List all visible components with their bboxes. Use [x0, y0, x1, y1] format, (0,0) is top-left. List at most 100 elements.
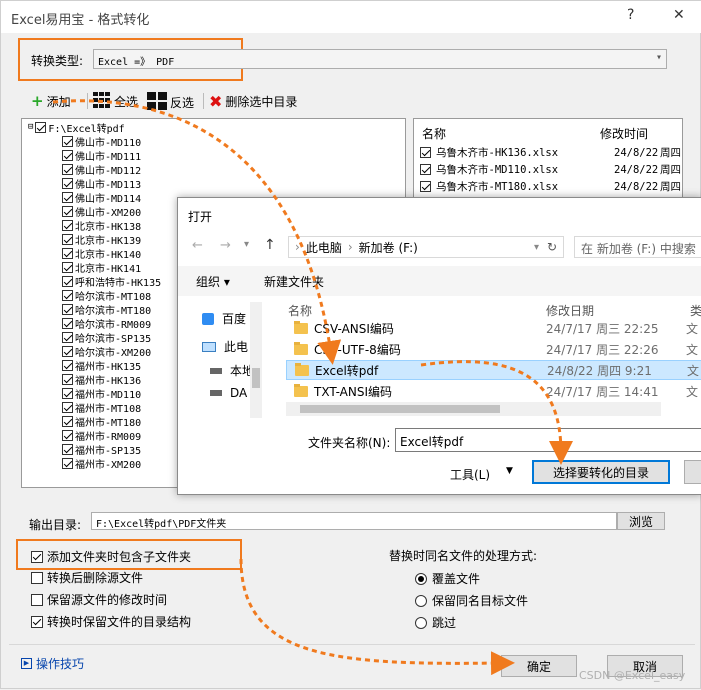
tree-item[interactable]: 福州市-MT108 [62, 400, 141, 415]
close-button[interactable]: ✕ [673, 7, 685, 23]
include-subfolders-checkbox[interactable] [31, 550, 43, 563]
tree-item[interactable]: 佛山市-XM200 [62, 204, 141, 219]
tree-item[interactable]: 福州市-HK136 [62, 372, 141, 387]
tree-item[interactable]: 北京市-HK138 [62, 218, 141, 233]
file-row-checkbox[interactable] [420, 181, 431, 192]
convert-type-select[interactable]: Excel =》 PDF ▾ [93, 49, 667, 69]
tree-item-checkbox[interactable] [62, 331, 73, 343]
tree-item-checkbox[interactable] [62, 205, 73, 217]
tree-item[interactable]: 福州市-MD110 [62, 386, 141, 401]
dialog-col-type[interactable]: 类 [690, 302, 701, 319]
tools-chevron-icon[interactable]: ▼ [506, 466, 513, 476]
keep-target-option[interactable]: 保留同名目标文件 [415, 592, 528, 609]
nav-item-data-disk[interactable]: DA [210, 386, 247, 400]
folder-name-input[interactable]: Excel转pdf [395, 428, 701, 452]
tree-item-checkbox[interactable] [62, 429, 73, 441]
keep-time-checkbox[interactable] [31, 593, 43, 606]
refresh-icon[interactable]: ↻ [547, 240, 557, 254]
back-arrow-icon[interactable]: ← [192, 238, 203, 253]
tree-item-checkbox[interactable] [62, 457, 73, 469]
organize-button[interactable]: 组织 ▾ [196, 273, 230, 290]
recent-chevron-icon[interactable]: ▾ [244, 239, 249, 250]
help-button[interactable]: ? [627, 7, 634, 23]
tree-item-checkbox[interactable] [62, 275, 73, 287]
skip-option[interactable]: 跳过 [415, 614, 456, 631]
dialog-file-row[interactable]: TXT-ANSI编码 24/7/17 周三 14:41 文 [286, 381, 701, 401]
keep-structure-checkbox[interactable] [31, 615, 43, 628]
tree-item-checkbox[interactable] [62, 443, 73, 455]
tree-item[interactable]: 北京市-HK139 [62, 232, 141, 247]
tree-item-checkbox[interactable] [62, 233, 73, 245]
dialog-file-row[interactable]: Excel转pdf 24/8/22 周四 9:21 文 [286, 360, 701, 380]
tree-item[interactable]: 呼和浩特市-HK135 [62, 274, 161, 289]
dialog-file-row[interactable]: CSV-ANSI编码 24/7/17 周三 22:25 文 [286, 318, 701, 338]
tree-item-checkbox[interactable] [62, 289, 73, 301]
tree-item-checkbox[interactable] [62, 345, 73, 357]
tree-item-checkbox[interactable] [62, 247, 73, 259]
overwrite-radio[interactable] [415, 572, 427, 585]
nav-item-local-disk[interactable]: 本地 [210, 362, 254, 379]
tree-item-checkbox[interactable] [62, 387, 73, 399]
tree-item-checkbox[interactable] [62, 303, 73, 315]
up-arrow-icon[interactable]: ↑ [264, 237, 276, 253]
breadcrumb-volume[interactable]: 新加卷 (F:) [359, 239, 418, 256]
tree-item[interactable]: 福州市-XM200 [62, 456, 141, 471]
dialog-file-row[interactable]: CSV-UTF-8编码 24/7/17 周三 22:26 文 [286, 339, 701, 359]
keep-time-option[interactable]: 保留源文件的修改时间 [31, 591, 167, 608]
tools-button[interactable]: 工具(L) [450, 466, 490, 483]
tree-item-checkbox[interactable] [62, 359, 73, 371]
tree-item[interactable]: 佛山市-MD114 [62, 190, 141, 205]
file-row-checkbox[interactable] [420, 164, 431, 175]
file-list[interactable]: 名称 修改时间 乌鲁木齐市-HK136.xlsx 24/8/22 周四 乌鲁木齐市-M… [413, 118, 683, 208]
tree-item[interactable]: 佛山市-MD113 [62, 176, 141, 191]
nav-item-baidu[interactable]: 百度 [202, 310, 246, 327]
file-row[interactable]: 乌鲁木齐市-HK136.xlsx 24/8/22 周四 [420, 145, 681, 160]
tree-item[interactable]: 哈尔滨市-RM009 [62, 316, 151, 331]
keep-target-radio[interactable] [415, 594, 427, 607]
tree-item-checkbox[interactable] [62, 191, 73, 203]
select-all-button[interactable]: 全选 [93, 92, 138, 111]
new-folder-button[interactable]: 新建文件夹 [264, 273, 324, 290]
file-row[interactable]: 乌鲁木齐市-MD110.xlsx 24/8/22 周四 [420, 162, 681, 177]
nav-item-this-pc[interactable]: 此电 [202, 338, 248, 355]
tree-item-checkbox[interactable] [62, 317, 73, 329]
tree-item[interactable]: 哈尔滨市-SP135 [62, 330, 151, 345]
tree-item-checkbox[interactable] [62, 415, 73, 427]
tree-root-checkbox[interactable] [35, 121, 47, 133]
tree-item-checkbox[interactable] [62, 261, 73, 273]
file-row-checkbox[interactable] [420, 147, 431, 158]
tree-item[interactable]: 北京市-HK141 [62, 260, 141, 275]
browse-button[interactable]: 浏览 [617, 512, 665, 530]
delete-button[interactable]: ✖ 删除选中目录 [209, 92, 297, 111]
tree-item[interactable]: 哈尔滨市-XM200 [62, 344, 151, 359]
tree-item-checkbox[interactable] [62, 163, 73, 175]
file-row[interactable]: 乌鲁木齐市-MT180.xlsx 24/8/22 周四 [420, 179, 681, 194]
tree-item[interactable]: 佛山市-MD110 [62, 134, 141, 149]
forward-arrow-icon[interactable]: → [220, 238, 231, 253]
dialog-col-name[interactable]: 名称 [288, 302, 312, 319]
delete-source-checkbox[interactable] [31, 571, 43, 584]
nav-scrollbar[interactable] [250, 302, 262, 418]
dialog-col-date[interactable]: 修改日期 [546, 302, 594, 319]
tree-item[interactable]: 北京市-HK140 [62, 246, 141, 261]
include-subfolders-option[interactable]: 添加文件夹时包含子文件夹 [31, 548, 191, 565]
skip-radio[interactable] [415, 616, 427, 629]
tree-item-checkbox[interactable] [62, 149, 73, 161]
invert-button[interactable]: 反选 [147, 92, 194, 113]
keep-structure-option[interactable]: 转换时保留文件的目录结构 [31, 613, 191, 630]
delete-source-option[interactable]: 转换后删除源文件 [31, 569, 143, 586]
dialog-hscrollbar[interactable] [286, 402, 661, 416]
tree-item[interactable]: 福州市-SP135 [62, 442, 141, 457]
tree-item[interactable]: 哈尔滨市-MT180 [62, 302, 151, 317]
address-bar[interactable]: › 此电脑 › 新加卷 (F:) ▾ ↻ [288, 236, 564, 258]
address-chevron-icon[interactable]: ▾ [534, 242, 539, 253]
breadcrumb-pc[interactable]: 此电脑 [306, 239, 342, 256]
add-button[interactable]: + 添加 [31, 92, 71, 110]
tree-item[interactable]: 哈尔滨市-MT108 [62, 288, 151, 303]
dialog-cancel-button[interactable] [684, 460, 701, 484]
tree-item[interactable]: 福州市-MT180 [62, 414, 141, 429]
tree-item-checkbox[interactable] [62, 401, 73, 413]
tree-root[interactable]: ⊟ F:\Excel转pdf [28, 120, 125, 135]
tree-item[interactable]: 佛山市-MD111 [62, 148, 141, 163]
output-dir-input[interactable]: F:\Excel转pdf\PDF文件夹 [91, 512, 617, 530]
